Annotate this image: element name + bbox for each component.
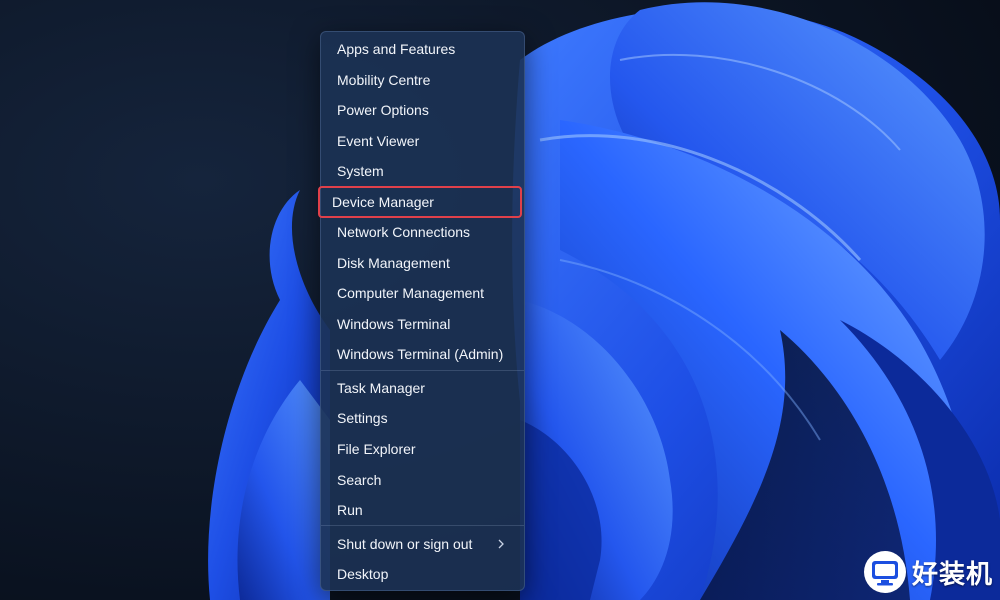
menu-item-label: Power Options [337, 102, 429, 118]
monitor-logo-icon [864, 551, 906, 593]
menu-item-label: Shut down or sign out [337, 536, 473, 552]
menu-item-desktop[interactable]: Desktop [325, 560, 520, 588]
menu-item-network-connections[interactable]: Network Connections [325, 218, 520, 246]
menu-item-run[interactable]: Run [325, 496, 520, 524]
watermark-text: 好装机 [912, 559, 994, 590]
menu-item-label: Run [337, 502, 363, 518]
menu-item-mobility-centre[interactable]: Mobility Centre [325, 66, 520, 94]
menu-item-search[interactable]: Search [325, 466, 520, 494]
menu-item-label: Mobility Centre [337, 72, 431, 88]
menu-item-label: Device Manager [332, 194, 434, 210]
menu-separator [321, 525, 524, 526]
menu-item-windows-terminal[interactable]: Windows Terminal [325, 310, 520, 338]
menu-item-disk-management[interactable]: Disk Management [325, 249, 520, 277]
menu-item-system[interactable]: System [325, 157, 520, 185]
winx-context-menu: Apps and Features Mobility Centre Power Op… [318, 31, 525, 591]
menu-item-label: Settings [337, 410, 388, 426]
menu-item-label: Event Viewer [337, 133, 420, 149]
menu-item-shut-down-or-sign-out[interactable]: Shut down or sign out [325, 530, 520, 558]
menu-item-label: File Explorer [337, 441, 416, 457]
menu-item-computer-management[interactable]: Computer Management [325, 279, 520, 307]
menu-item-label: System [337, 163, 384, 179]
menu-item-label: Desktop [337, 566, 389, 582]
menu-item-label: Search [337, 472, 382, 488]
menu-item-device-manager[interactable]: Device Manager [318, 186, 522, 218]
menu-item-event-viewer[interactable]: Event Viewer [325, 127, 520, 155]
menu-item-label: Disk Management [337, 255, 450, 271]
menu-item-label: Apps and Features [337, 41, 456, 57]
menu-separator [321, 370, 524, 371]
menu-item-label: Network Connections [337, 224, 471, 240]
menu-item-label: Windows Terminal [337, 316, 451, 332]
menu-item-apps-and-features[interactable]: Apps and Features [325, 35, 520, 63]
menu-item-settings[interactable]: Settings [325, 404, 520, 432]
menu-item-power-options[interactable]: Power Options [325, 96, 520, 124]
watermark: 好装机 [862, 548, 996, 596]
menu-item-label: Task Manager [337, 380, 425, 396]
menu-item-label: Computer Management [337, 285, 485, 301]
menu-item-task-manager[interactable]: Task Manager [325, 374, 520, 402]
menu-item-label: Windows Terminal (Admin) [337, 346, 504, 362]
menu-item-file-explorer[interactable]: File Explorer [325, 435, 520, 463]
menu-item-windows-terminal-admin[interactable]: Windows Terminal (Admin) [325, 340, 520, 368]
chevron-right-icon [498, 539, 504, 549]
